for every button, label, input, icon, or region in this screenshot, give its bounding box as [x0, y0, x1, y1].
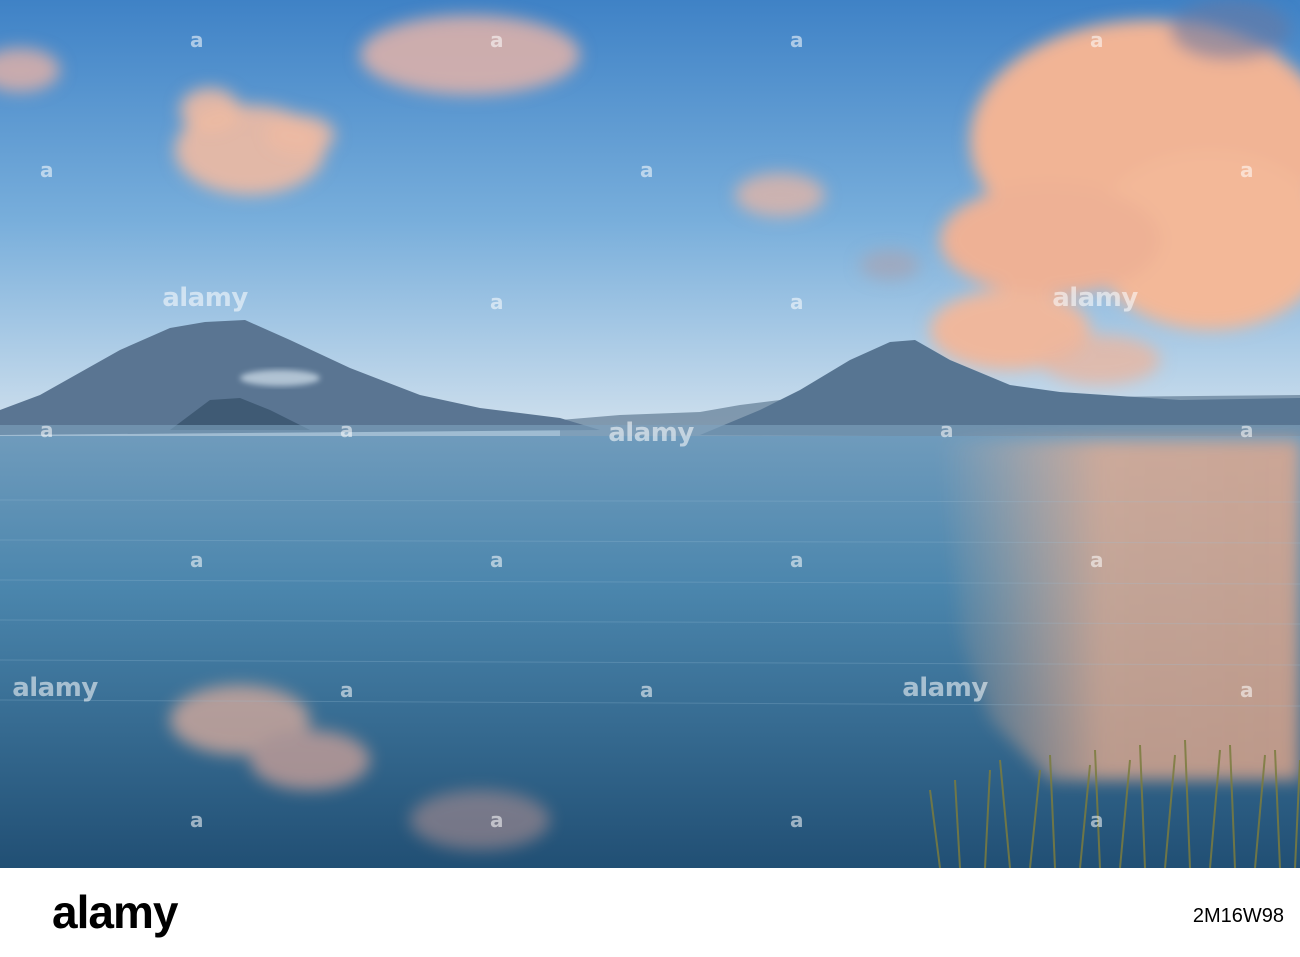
watermark-mark: a — [790, 28, 804, 52]
watermark-mark: a — [190, 548, 204, 572]
watermark-logo: alamy — [12, 673, 98, 703]
watermark-mark: a — [190, 28, 204, 52]
watermark-logo: alamy — [162, 283, 248, 313]
watermark-mark: a — [490, 548, 504, 572]
watermark-mark: a — [340, 418, 354, 442]
footer-bar: alamy 2M16W98 — [0, 868, 1300, 957]
watermark-mark: a — [40, 158, 54, 182]
image-id: 2M16W98 — [1192, 905, 1284, 927]
watermark-mark: a — [190, 808, 204, 832]
watermark-mark: a — [1090, 808, 1104, 832]
watermark-mark: a — [340, 678, 354, 702]
watermark-logo: alamy — [608, 418, 694, 448]
watermark-mark: a — [1240, 158, 1254, 182]
watermark-logo: alamy — [1052, 283, 1138, 313]
watermark-mark: a — [790, 290, 804, 314]
watermark-mark: a — [1090, 548, 1104, 572]
stock-photo-frame: alamy alamy alamy alamy alamy a a a a a … — [0, 0, 1300, 957]
alamy-logo[interactable]: alamy — [52, 886, 178, 938]
watermark-mark: a — [1090, 28, 1104, 52]
watermark-mark: a — [940, 418, 954, 442]
watermark-mark: a — [40, 418, 54, 442]
watermark-mark: a — [790, 808, 804, 832]
watermark-mark: a — [1240, 678, 1254, 702]
watermark-mark: a — [640, 678, 654, 702]
watermark-mark: a — [790, 548, 804, 572]
watermark-mark: a — [490, 28, 504, 52]
watermark-logo: alamy — [902, 673, 988, 703]
watermark-mark: a — [490, 808, 504, 832]
landscape-photo: alamy alamy alamy alamy alamy a a a a a … — [0, 0, 1300, 868]
watermark-mark: a — [490, 290, 504, 314]
watermark-mark: a — [640, 158, 654, 182]
watermark-mark: a — [1240, 418, 1254, 442]
